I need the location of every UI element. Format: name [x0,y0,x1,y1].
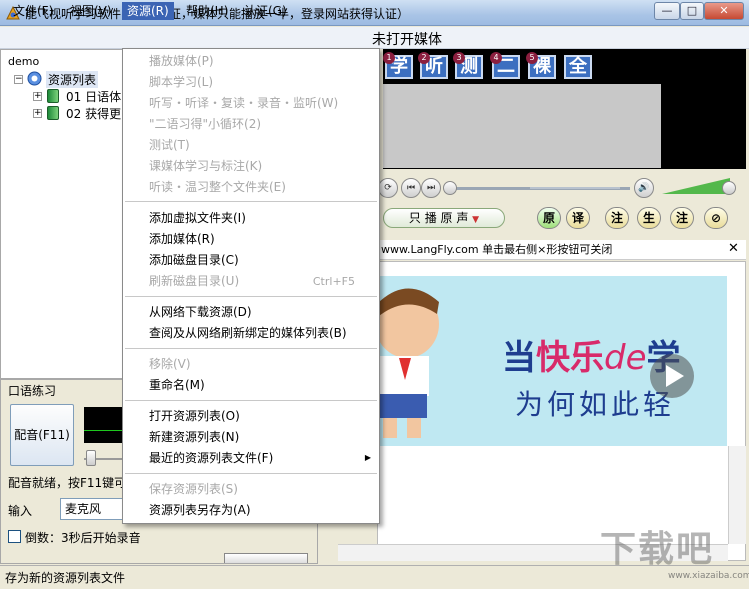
dub-button[interactable]: 配音(F11) [10,404,74,466]
subtitle-bare-button[interactable]: 5裸 [526,52,556,79]
menu-item-small-loop[interactable]: "二语习得"小循环(2) [149,115,261,133]
countdown-label: 倒数：3秒后开始录音 [25,531,141,545]
menu-item-rename[interactable]: 重命名(M) [149,376,205,394]
subtitle-all-button[interactable]: 全 [564,55,592,79]
cartoon-boy-image [377,288,439,438]
watermark-logo: 下载吧 [600,529,715,570]
menu-file[interactable]: 文件(F) [8,2,58,20]
tree-item[interactable]: 01 日语体 [66,88,121,105]
menu-item-add-virtual-folder[interactable]: 添加虚拟文件夹(I) [149,209,246,227]
mode-original-button[interactable]: 原 [537,207,561,229]
tree-expand-icon[interactable]: + [33,109,42,118]
mode-note-button[interactable]: 注 [605,207,629,229]
minimize-button[interactable]: — [654,2,680,20]
record-level-meter [84,407,124,443]
loop-icon[interactable]: ⟳ [378,178,398,198]
play-icon[interactable] [650,354,694,398]
folder-icon [47,106,59,120]
vertical-scrollbar[interactable] [728,446,746,544]
record-volume-slider[interactable] [86,450,96,466]
menu-item-add-disk-dir[interactable]: 添加磁盘目录(C) [149,251,239,269]
status-text: 存为新的资源列表文件 [5,571,126,585]
menu-item-recent-lists[interactable]: 最近的资源列表文件(F) [149,449,273,467]
volume-icon[interactable]: 🔊 [634,178,654,198]
dub-status-text: 配音就绪，按F11键可 [8,476,127,490]
menu-item-refresh-disk-dir[interactable]: 刷新磁盘目录(U) [149,272,239,290]
countdown-checkbox[interactable] [8,530,21,543]
mode-newword-button[interactable]: 生 [637,207,661,229]
menu-item-add-media[interactable]: 添加媒体(R) [149,230,215,248]
play-mode-select[interactable]: 只 播 原 声 ▼ [383,208,505,228]
tree-item[interactable]: 02 获得更 [66,105,121,122]
video-placeholder [383,84,661,168]
tree-header: demo [8,55,40,68]
oral-practice-title: 口语练习 [8,384,57,398]
menu-separator [125,473,377,474]
menu-item-save-list[interactable]: 保存资源列表(S) [149,480,238,498]
menu-item-course-annotate[interactable]: 课媒体学习与标注(K) [149,157,262,175]
resource-menu-dropdown: 播放媒体(P) 脚本学习(L) 听写・听译・复读・录音・监听(W) "二语习得"… [122,48,380,524]
menu-item-dictation[interactable]: 听写・听译・复读・录音・监听(W) [149,94,338,112]
ad-close-icon[interactable]: ✕ [728,241,739,256]
mode-note2-button[interactable]: 注 [670,207,694,229]
ad-bar: www.LangFly.com 单击最右侧×形按钮可关闭 [377,240,746,260]
watermark-url: www.xiazaiba.com [668,571,749,581]
volume-thumb[interactable] [722,181,736,195]
maximize-button[interactable]: □ [680,2,704,20]
menu-separator [125,348,377,349]
menu-separator [125,400,377,401]
tree-expand-icon[interactable]: + [33,92,42,101]
menu-item-open-list[interactable]: 打开资源列表(O) [149,407,240,425]
close-button[interactable]: ✕ [704,2,744,20]
menu-help[interactable]: 帮助(H) [181,2,233,20]
progress-thumb[interactable] [443,181,457,195]
input-label: 输入 [8,504,33,518]
menu-item-save-list-as[interactable]: 资源列表另存为(A) [149,501,251,519]
menu-auth[interactable]: 认证(G) [239,2,292,20]
mode-stop-button[interactable]: ⊘ [704,207,728,229]
dropdown-arrow-icon: ▼ [472,215,480,225]
tree-root[interactable]: 资源列表 [46,71,99,88]
volume-slider[interactable] [662,178,730,194]
subtitle-second-button[interactable]: 4二 [490,52,520,79]
menu-item-review-folder[interactable]: 听读・温习整个文件夹(E) [149,178,286,196]
menu-item-new-list[interactable]: 新建资源列表(N) [149,428,239,446]
prev-icon[interactable]: ⏮ [401,178,421,198]
subtitle-learn-button[interactable]: 1学 [383,52,413,79]
menu-item-refresh-bound-list[interactable]: 查阅及从网络刷新绑定的媒体列表(B) [149,324,347,342]
record-level-line [84,430,124,431]
submenu-arrow-icon: ▶ [364,453,371,462]
menu-resource[interactable]: 资源(R) [122,2,174,20]
menu-item-play-media[interactable]: 播放媒体(P) [149,52,214,70]
menu-shortcut: Ctrl+F5 [312,275,355,288]
menu-separator [125,201,377,202]
tree-collapse-icon[interactable]: − [14,75,23,84]
menu-item-test[interactable]: 测试(T) [149,136,190,154]
media-status-label: 未打开媒体 [372,32,442,48]
mode-translate-button[interactable]: 译 [566,207,590,229]
folder-icon [47,89,59,103]
menu-item-download-resource[interactable]: 从网络下载资源(D) [149,303,252,321]
subtitle-listen-button[interactable]: 2听 [418,52,448,79]
progress-track-end [530,187,620,189]
help-button-partial[interactable] [224,553,308,563]
menu-item-remove[interactable]: 移除(V) [149,355,191,373]
menu-separator [125,296,377,297]
resource-list-icon [27,71,42,86]
input-device-select[interactable]: 麦克风 [60,498,124,520]
next-icon[interactable]: ⏭ [421,178,441,198]
menu-item-script-learn[interactable]: 脚本学习(L) [149,73,213,91]
subtitle-test-button[interactable]: 3测 [453,52,483,79]
menu-view[interactable]: 视图(V) [65,2,117,20]
